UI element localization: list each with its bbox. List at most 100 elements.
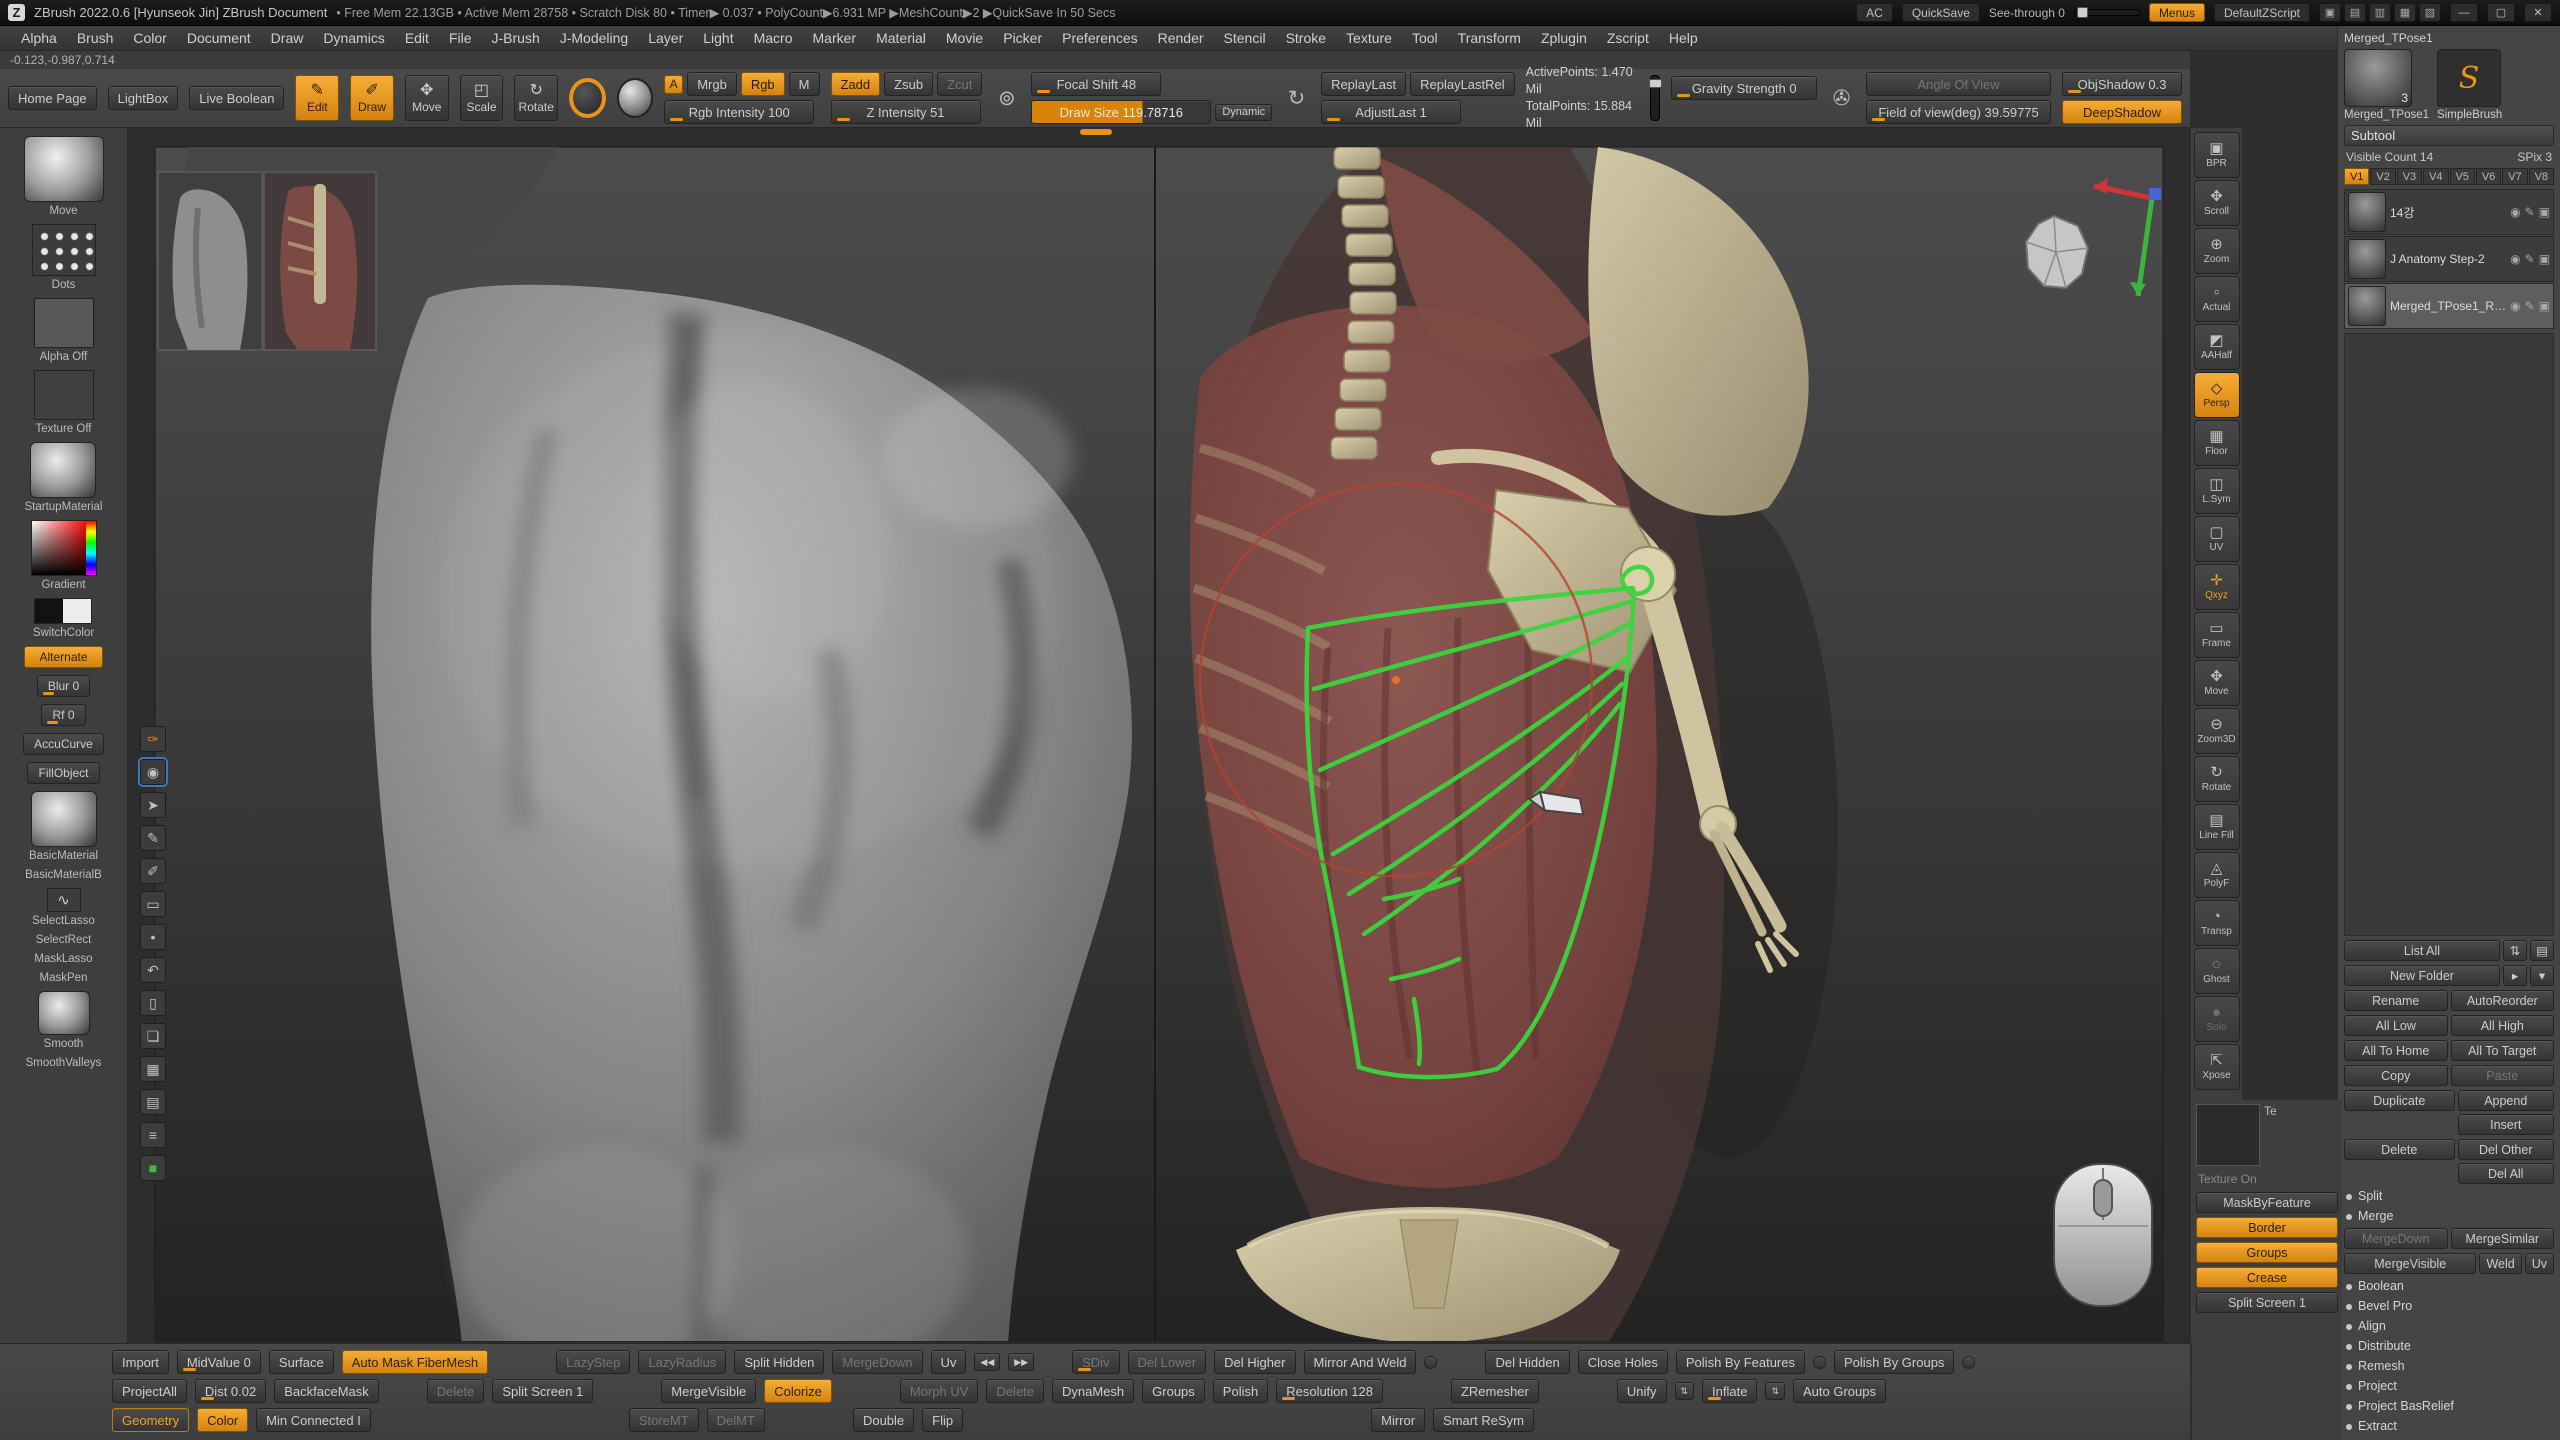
menu-item[interactable]: Transform xyxy=(1449,28,1530,48)
menu-item[interactable]: Light xyxy=(694,28,742,48)
quicksave-button[interactable]: QuickSave xyxy=(1902,3,1980,22)
polyframe-head-icon[interactable] xyxy=(2026,216,2088,288)
zsub-button[interactable]: Zsub xyxy=(884,72,933,96)
visibility-tab[interactable]: V2 xyxy=(2370,168,2395,185)
menu-item[interactable]: Texture xyxy=(1337,28,1401,48)
bottom-shelf-button[interactable]: Polish xyxy=(1213,1379,1268,1403)
replay-last-rel-button[interactable]: ReplayLastRel xyxy=(1410,72,1515,96)
pointer-icon[interactable]: ➤ xyxy=(140,792,166,818)
document-canvas[interactable]: ✑ ◉ ➤ ✎ ✐ ▭ • ↶ ▯ ❏ ▦ ▤ xyxy=(128,128,2190,1343)
sidebar-item[interactable]: SelectLasso xyxy=(32,888,95,927)
bottom-shelf-button[interactable]: Surface xyxy=(269,1350,334,1374)
all-to-home-button[interactable]: All To Home xyxy=(2344,1040,2448,1061)
visibility-tab[interactable]: V8 xyxy=(2529,168,2554,185)
menu-item[interactable]: Color xyxy=(124,28,175,48)
bottom-shelf-button[interactable]: Mirror And Weld xyxy=(1304,1350,1417,1374)
shelf-solo-button[interactable]: ● Solo xyxy=(2194,996,2240,1042)
menu-item[interactable]: Material xyxy=(867,28,935,48)
Merged_TPose1_Ryan_Kingslie[interactable]: Merged_TPose1_Ryan_Kingslie ◉ ✎ ▣ xyxy=(2344,283,2554,329)
bottom-shelf-button[interactable]: Split Screen 1 xyxy=(492,1379,593,1403)
move-button[interactable]: ✥ Move xyxy=(405,75,449,121)
menu-item[interactable]: Layer xyxy=(639,28,692,48)
bevel-pro-section-header[interactable]: Bevel Pro xyxy=(2344,1298,2554,1314)
angle-of-view-button[interactable]: Angle Of View xyxy=(1866,72,2051,96)
shelf-floor-button[interactable]: ▦ Floor xyxy=(2194,420,2240,466)
merge-similar-button[interactable]: MergeSimilar xyxy=(2451,1228,2555,1249)
delete-button[interactable]: Delete xyxy=(2344,1139,2455,1160)
split-screen-button[interactable]: Split Screen 1 xyxy=(2196,1292,2338,1313)
eye-icon[interactable]: ◉ xyxy=(2510,252,2520,266)
shelf-xpose-button[interactable]: ⇱ Xpose xyxy=(2194,1044,2240,1090)
bottom-shelf-button[interactable]: LazyStep xyxy=(556,1350,630,1374)
menu-item[interactable]: Stroke xyxy=(1277,28,1335,48)
m-button[interactable]: M xyxy=(789,72,820,96)
paste-button[interactable]: Paste xyxy=(2451,1065,2555,1086)
bottom-shelf-button[interactable]: Mirror xyxy=(1371,1408,1425,1432)
append-button[interactable]: Append xyxy=(2458,1090,2555,1111)
undo-icon[interactable]: ↶ xyxy=(140,957,166,983)
menu-item[interactable]: Tool xyxy=(1403,28,1447,48)
layers-icon[interactable]: ▣ xyxy=(2539,205,2550,219)
draw-button[interactable]: ✐ Draw xyxy=(350,75,394,121)
menu-item[interactable]: Stencil xyxy=(1215,28,1275,48)
zadd-button[interactable]: Zadd xyxy=(831,72,881,96)
sidebar-item[interactable]: Blur 0 xyxy=(37,675,90,697)
current-brush-button[interactable] xyxy=(569,78,606,118)
sculpt-canvas-svg[interactable] xyxy=(128,128,2190,1343)
maximize-button[interactable]: ▢ xyxy=(2487,3,2515,22)
bottom-shelf-button[interactable]: MergeDown xyxy=(832,1350,922,1374)
merge-section-header[interactable]: Merge xyxy=(2344,1208,2554,1224)
visibility-tab[interactable]: V6 xyxy=(2476,168,2501,185)
dynamic-toggle[interactable]: Dynamic xyxy=(1215,104,1272,121)
menu-item[interactable]: Help xyxy=(1660,28,1707,48)
eye-icon[interactable]: ◉ xyxy=(2510,205,2520,219)
bottom-shelf-button[interactable] xyxy=(1813,1356,1826,1369)
menu-item[interactable]: Render xyxy=(1149,28,1213,48)
bottom-shelf-button[interactable]: MidValue 0 xyxy=(177,1350,261,1374)
ui-layout-icon[interactable]: ▧ xyxy=(2419,3,2441,22)
all-to-target-button[interactable]: All To Target xyxy=(2451,1040,2555,1061)
crease-toggle[interactable]: Crease xyxy=(2196,1267,2338,1288)
bottom-shelf-button[interactable]: Dist 0.02 xyxy=(195,1379,266,1403)
menu-item[interactable]: Draw xyxy=(262,28,313,48)
menu-item[interactable]: Brush xyxy=(68,28,123,48)
menus-button[interactable]: Menus xyxy=(2149,3,2205,22)
shelf-persp-button[interactable]: ◇ Persp xyxy=(2194,372,2240,418)
sidebar-item[interactable]: Dots xyxy=(32,224,96,291)
menu-item[interactable]: Marker xyxy=(804,28,866,48)
close-button[interactable]: ✕ xyxy=(2524,3,2552,22)
subtool-section-header[interactable]: Subtool xyxy=(2344,125,2554,146)
distribute-section-header[interactable]: Distribute xyxy=(2344,1338,2554,1354)
history-thumbnail-anatomy[interactable] xyxy=(264,172,376,350)
bottom-shelf-button[interactable]: Delete xyxy=(986,1379,1044,1403)
menu-item[interactable]: Alpha xyxy=(12,28,66,48)
bottom-shelf-button[interactable]: Split Hidden xyxy=(734,1350,824,1374)
bottom-shelf-button[interactable]: Groups xyxy=(1142,1379,1205,1403)
menu-item[interactable]: Document xyxy=(178,28,260,48)
menu-item[interactable]: Picker xyxy=(994,28,1051,48)
insert-button[interactable]: Insert xyxy=(2458,1114,2555,1135)
bottom-shelf-button[interactable]: Colorize xyxy=(764,1379,832,1403)
all-high-button[interactable]: All High xyxy=(2451,1015,2555,1036)
visibility-tab[interactable]: V7 xyxy=(2502,168,2527,185)
autoreorder-button[interactable]: AutoReorder xyxy=(2451,990,2555,1011)
shelf-transp-button[interactable]: ◔ Transp xyxy=(2194,900,2240,946)
grid-icon-button[interactable]: ▤ xyxy=(2530,940,2554,961)
marker-pen-icon[interactable]: ✑ xyxy=(140,726,166,752)
menu-item[interactable]: Dynamics xyxy=(314,28,393,48)
bottom-shelf-button[interactable]: DelMT xyxy=(707,1408,765,1432)
shelf-zoom-button[interactable]: ⊕ Zoom xyxy=(2194,228,2240,274)
sidebar-item[interactable]: SwitchColor xyxy=(33,598,94,639)
trash-icon[interactable]: ▯ xyxy=(140,990,166,1016)
history-thumbnail-gray[interactable] xyxy=(158,172,262,350)
merge-visible-button[interactable]: MergeVisible xyxy=(2344,1253,2476,1274)
bottom-shelf-button[interactable]: Inflate xyxy=(1702,1379,1757,1403)
adjust-last-slider[interactable]: AdjustLast 1 xyxy=(1321,100,1461,124)
shelf-rotate-button[interactable]: ↻ Rotate xyxy=(2194,756,2240,802)
brush-icon[interactable]: ✎ xyxy=(2525,299,2535,313)
brush-icon[interactable]: ✎ xyxy=(2525,252,2535,266)
rgb-intensity-slider[interactable]: Rgb Intensity 100 xyxy=(664,100,814,124)
photo-icon[interactable]: ▤ xyxy=(140,1089,166,1115)
bottom-shelf-button[interactable]: BackfaceMask xyxy=(274,1379,379,1403)
shelf-qxyz-button[interactable]: ✛ Qxyz xyxy=(2194,564,2240,610)
